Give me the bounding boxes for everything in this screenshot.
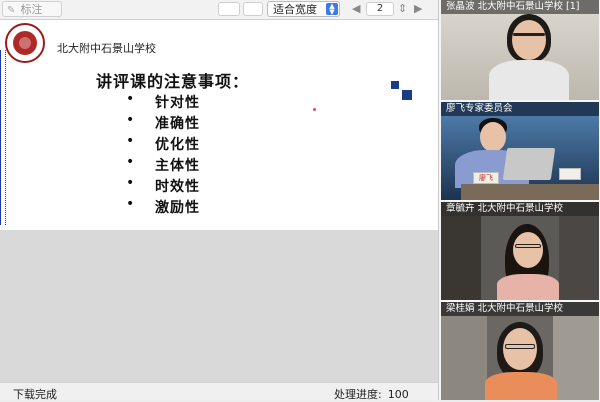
zoom-field[interactable] <box>218 2 240 16</box>
slide-page: 北大附中石景山学校 讲评课的注意事项： • 针对性 • 准确性 • 优化性 • 主体性 … <box>0 20 438 230</box>
prev-page-icon[interactable]: ◀ <box>352 1 360 17</box>
participant-name: 张晶波 北大附中石景山学校 [1] <box>441 0 599 14</box>
video-tile[interactable]: 张晶波 北大附中石景山学校 [1] <box>441 0 599 100</box>
participant-name: 梁桂娟 北大附中石景山学校 <box>441 302 599 316</box>
video-tile[interactable]: 廖飞专家委员会 廖飞 <box>441 102 599 200</box>
participant-name: 廖飞专家委员会 <box>441 102 599 116</box>
participant-video <box>441 302 599 400</box>
viewer-toolbar: ✎ 标注 适合宽度 ▲ ▼ ◀ 2 ⇕ ▶ <box>0 0 438 20</box>
progress-value: 100 <box>387 388 409 401</box>
slide-title: 讲评课的注意事项： <box>96 72 250 91</box>
annotate-label: 标注 <box>20 3 43 16</box>
select-arrows-icon: ▲ ▼ <box>326 3 338 16</box>
fit-width-label: 适合宽度 <box>273 3 317 16</box>
list-item: • 时效性 <box>126 175 200 195</box>
participant-name: 章毓卉 北大附中石景山学校 <box>441 202 599 216</box>
document-viewer: ✎ 标注 适合宽度 ▲ ▼ ◀ 2 ⇕ ▶ 北大附中石景山学校 讲评课的注意事项：… <box>0 0 438 401</box>
pen-icon: ✎ <box>7 5 16 16</box>
participant-video: 廖飞 <box>441 102 599 200</box>
zoom-stepper[interactable] <box>243 2 263 16</box>
fit-width-select[interactable]: 适合宽度 ▲ ▼ <box>267 1 340 17</box>
participant-video <box>441 0 599 100</box>
video-tile[interactable]: 章毓卉 北大附中石景山学校 <box>441 202 599 300</box>
page-stepper-icon[interactable]: ⇕ <box>398 1 407 17</box>
next-page-icon[interactable]: ▶ <box>414 1 422 17</box>
slide-side-rule <box>0 50 6 225</box>
bullet-list: • 针对性 • 准确性 • 优化性 • 主体性 • 时效性 • 激励性 <box>122 91 200 218</box>
logo-emblem <box>13 31 37 55</box>
list-item: • 主体性 <box>126 154 200 174</box>
school-logo <box>5 23 45 63</box>
progress-label: 处理进度: <box>334 388 382 401</box>
status-bar: 下载完成 处理进度: 100 <box>0 382 438 401</box>
participant-video <box>441 202 599 300</box>
list-item: • 准确性 <box>126 112 200 132</box>
decor-square <box>391 81 399 89</box>
decor-square <box>402 90 412 100</box>
list-item: • 针对性 <box>126 91 200 111</box>
participants-panel: 张晶波 北大附中石景山学校 [1] 廖飞专家委员会 廖飞 章毓卉 北大附中石景山… <box>438 0 600 400</box>
video-tile[interactable]: 梁桂娟 北大附中石景山学校 <box>441 302 599 400</box>
school-name: 北大附中石景山学校 <box>57 42 156 55</box>
name-plate: 廖飞 <box>473 172 499 184</box>
list-item: • 激励性 <box>126 196 200 216</box>
annotate-button[interactable]: ✎ 标注 <box>2 1 62 17</box>
page-number-input[interactable]: 2 <box>366 2 394 16</box>
laser-pointer <box>313 108 316 111</box>
list-item: • 优化性 <box>126 133 200 153</box>
